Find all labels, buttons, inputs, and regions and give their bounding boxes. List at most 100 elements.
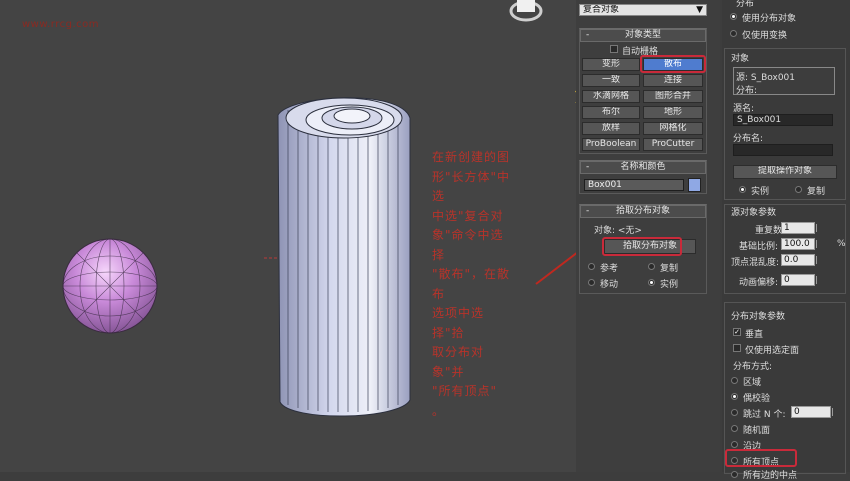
reference-radio[interactable]	[588, 263, 595, 270]
chevron-down-icon: ▼	[696, 5, 703, 15]
conform-button[interactable]: 一致	[582, 74, 640, 87]
proboolean-button[interactable]: ProBoolean	[582, 138, 640, 151]
rollout-title: 名称和颜色	[620, 162, 666, 172]
skip-n-label: 跳过 N 个:	[743, 410, 786, 420]
parameters-panel: 分布 使用分布对象 仅使用变换 对象 源: S_Box001 分布: 源名: S…	[722, 0, 850, 481]
selected-faces-checkbox[interactable]	[733, 344, 741, 352]
annotation-line: 中选"复合对	[432, 208, 504, 223]
distribution-group-label: 分布	[736, 0, 755, 9]
use-distribution-radio[interactable]	[730, 13, 737, 20]
source-name-input[interactable]: S_Box001	[733, 114, 833, 126]
instance-label: 实例	[660, 280, 679, 290]
base-scale-label: 基础比例:	[739, 242, 779, 252]
skip-n-spinner[interactable]: 0	[791, 406, 833, 418]
area-radio[interactable]	[731, 377, 738, 384]
category-dropdown[interactable]: 复合对象 ▼	[579, 4, 707, 16]
skip-n-radio[interactable]	[731, 409, 738, 416]
blobmesh-button[interactable]: 水滴网格	[582, 90, 640, 103]
highlight-box	[602, 237, 682, 256]
base-scale-spinner[interactable]: 100.0	[781, 238, 817, 250]
dist-params-title: 分布对象参数	[731, 312, 786, 322]
use-transform-label: 仅使用变换	[742, 31, 788, 41]
edge-midpoints-radio[interactable]	[731, 471, 738, 478]
source-params-group: 源对象参数 重复数: 1 基础比例: 100.0 % 顶点混乱度: 0.0 动画…	[724, 204, 846, 294]
source-params-title: 源对象参数	[731, 208, 777, 218]
procutter-button[interactable]: ProCutter	[643, 138, 703, 151]
use-distribution-label: 使用分布对象	[742, 14, 797, 24]
extract-copy-label: 复制	[807, 187, 826, 197]
rollout-header[interactable]: - 名称和颜色	[580, 161, 706, 174]
operand-item[interactable]: 分布:	[736, 83, 832, 96]
random-faces-label: 随机面	[743, 426, 771, 436]
along-edges-radio[interactable]	[731, 441, 738, 448]
edge-midpoints-label: 所有边的中点	[743, 471, 798, 481]
even-label: 偶校验	[743, 394, 771, 404]
object-type-rollout: - 对象类型 自动栅格 变形 散布 一致 连接 水滴网格 图形合并 布尔 地形 放…	[579, 28, 707, 154]
method-label: 分布方式:	[733, 362, 773, 372]
selected-faces-label: 仅使用选定面	[745, 346, 800, 356]
instance-radio[interactable]	[648, 279, 655, 286]
watermark: www.rrcg.com	[22, 19, 100, 30]
mesher-button[interactable]: 网格化	[643, 122, 703, 135]
rollout-title: 对象类型	[624, 30, 661, 40]
extract-copy-radio[interactable]	[795, 186, 802, 193]
objects-group: 对象 源: S_Box001 分布: 源名: S_Box001 分布名: 提取操…	[724, 48, 846, 200]
extract-instance-label: 实例	[751, 187, 770, 197]
command-panel: 复合对象 ▼ - 对象类型 自动栅格 变形 散布 一致 连接 水滴网格 图形合并 …	[576, 0, 720, 472]
move-radio[interactable]	[588, 279, 595, 286]
cylinder-object	[277, 97, 411, 417]
annotation-line: 在新创建的图	[432, 150, 511, 164]
perpendicular-checkbox[interactable]: ✓	[733, 328, 741, 336]
objects-group-label: 对象	[731, 54, 750, 64]
perpendicular-label: 垂直	[745, 330, 764, 340]
boolean-button[interactable]: 布尔	[582, 106, 640, 119]
name-color-rollout: - 名称和颜色 Box001	[579, 160, 707, 194]
dist-params-group: 分布对象参数 ✓ 垂直 仅使用选定面 分布方式: 区域 偶校验 跳过 N 个: …	[724, 302, 846, 481]
highlight-box	[640, 55, 706, 73]
auto-grid-checkbox[interactable]	[610, 45, 618, 53]
minus-icon: -	[586, 30, 590, 40]
operand-list[interactable]: 源: S_Box001 分布:	[733, 67, 835, 96]
distribution-name-label: 分布名:	[733, 134, 764, 144]
extract-instance-radio[interactable]	[739, 186, 746, 193]
annotation-line: 形"长方体"中选	[432, 169, 511, 204]
annotation-line: "所有顶点"	[432, 384, 498, 398]
color-swatch[interactable]	[688, 178, 701, 192]
pick-object-label: 对象: <无>	[594, 226, 642, 236]
morph-button[interactable]: 变形	[582, 58, 640, 71]
duplicates-spinner[interactable]: 1	[781, 222, 817, 234]
copy-radio[interactable]	[648, 263, 655, 270]
source-name-label: 源名:	[733, 104, 755, 114]
shapemerge-button[interactable]: 图形合并	[643, 90, 703, 103]
extract-operand-button[interactable]: 提取操作对象	[733, 165, 837, 179]
rollout-header[interactable]: - 拾取分布对象	[580, 205, 706, 218]
minus-icon: -	[586, 162, 590, 172]
pick-distribution-rollout: - 拾取分布对象 对象: <无> 拾取分布对象 参考 复制 移动 实例	[579, 204, 707, 294]
annotation-line: 选项中选择"拾	[432, 306, 485, 340]
even-radio[interactable]	[731, 393, 738, 400]
use-transform-radio[interactable]	[730, 30, 737, 37]
connect-button[interactable]: 连接	[643, 74, 703, 87]
vertex-chaos-label: 顶点混乱度:	[731, 258, 780, 268]
terrain-button[interactable]: 地形	[643, 106, 703, 119]
copy-label: 复制	[660, 264, 679, 274]
annotation-line: 取分布对象"并	[432, 345, 485, 379]
annotation-line: 。	[432, 403, 446, 418]
area-label: 区域	[743, 378, 762, 388]
anim-offset-label: 动画偏移:	[739, 278, 779, 288]
random-faces-radio[interactable]	[731, 425, 738, 432]
anim-offset-spinner[interactable]: 0	[781, 274, 817, 286]
vertex-chaos-spinner[interactable]: 0.0	[781, 254, 817, 266]
annotation-line: 象"命令中选择	[432, 228, 504, 262]
viewport[interactable]: www.rrcg.com 在新创建的图 形"长方体"中选 中选"复合对 象"命令…	[0, 0, 576, 472]
rollout-header[interactable]: - 对象类型	[580, 29, 706, 42]
object-name-input[interactable]: Box001	[584, 179, 684, 191]
minus-icon: -	[586, 206, 590, 216]
distribution-name-input[interactable]	[733, 144, 833, 156]
rollout-title: 拾取分布对象	[615, 206, 670, 216]
sphere-object	[62, 238, 158, 334]
annotation-line: "散布"，在散布	[432, 267, 511, 301]
reference-label: 参考	[600, 264, 619, 274]
operand-item[interactable]: 源: S_Box001	[736, 70, 832, 83]
loft-button[interactable]: 放样	[582, 122, 640, 135]
